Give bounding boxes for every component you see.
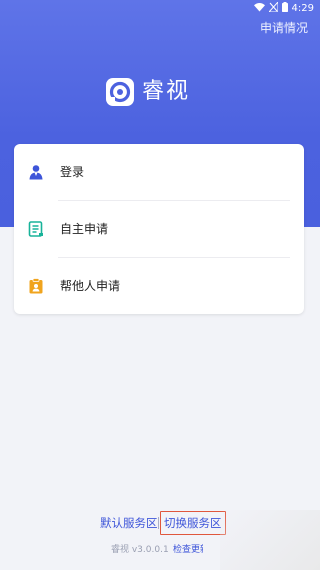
menu-item-apply-for-others[interactable]: 帮他人申请: [14, 258, 304, 314]
brand-name: 睿视: [142, 79, 191, 104]
menu-card: 登录 自主申请 帮他人申请: [14, 144, 304, 314]
menu-item-label: 帮他人申请: [60, 279, 121, 293]
status-icons: 4:29: [253, 0, 314, 15]
version-text: 睿视 v3.0.0.1: [111, 545, 169, 555]
status-bar: 4:29: [0, 0, 320, 16]
watermark-overlay: [220, 510, 320, 570]
status-time: 4:29: [291, 2, 314, 14]
battery-icon: [281, 2, 288, 15]
menu-item-self-apply[interactable]: 自主申请: [14, 201, 304, 257]
eye-logo-icon: [106, 78, 134, 106]
default-region-link[interactable]: 默认服务区: [100, 514, 158, 532]
menu-item-login[interactable]: 登录: [14, 144, 304, 200]
brand: 睿视: [106, 78, 190, 106]
no-sim-icon: [267, 0, 279, 15]
divider: [158, 517, 159, 529]
switch-region-link[interactable]: 切换服务区: [160, 511, 226, 535]
user-icon: [26, 162, 46, 182]
wifi-icon: [253, 2, 265, 15]
document-icon: [26, 219, 46, 239]
check-update-link[interactable]: 检查更新: [173, 543, 203, 557]
clipboard-icon: [26, 276, 46, 296]
apply-status-link[interactable]: 申请情况: [260, 20, 308, 36]
menu-item-label: 自主申请: [60, 222, 109, 236]
menu-item-label: 登录: [60, 165, 85, 179]
